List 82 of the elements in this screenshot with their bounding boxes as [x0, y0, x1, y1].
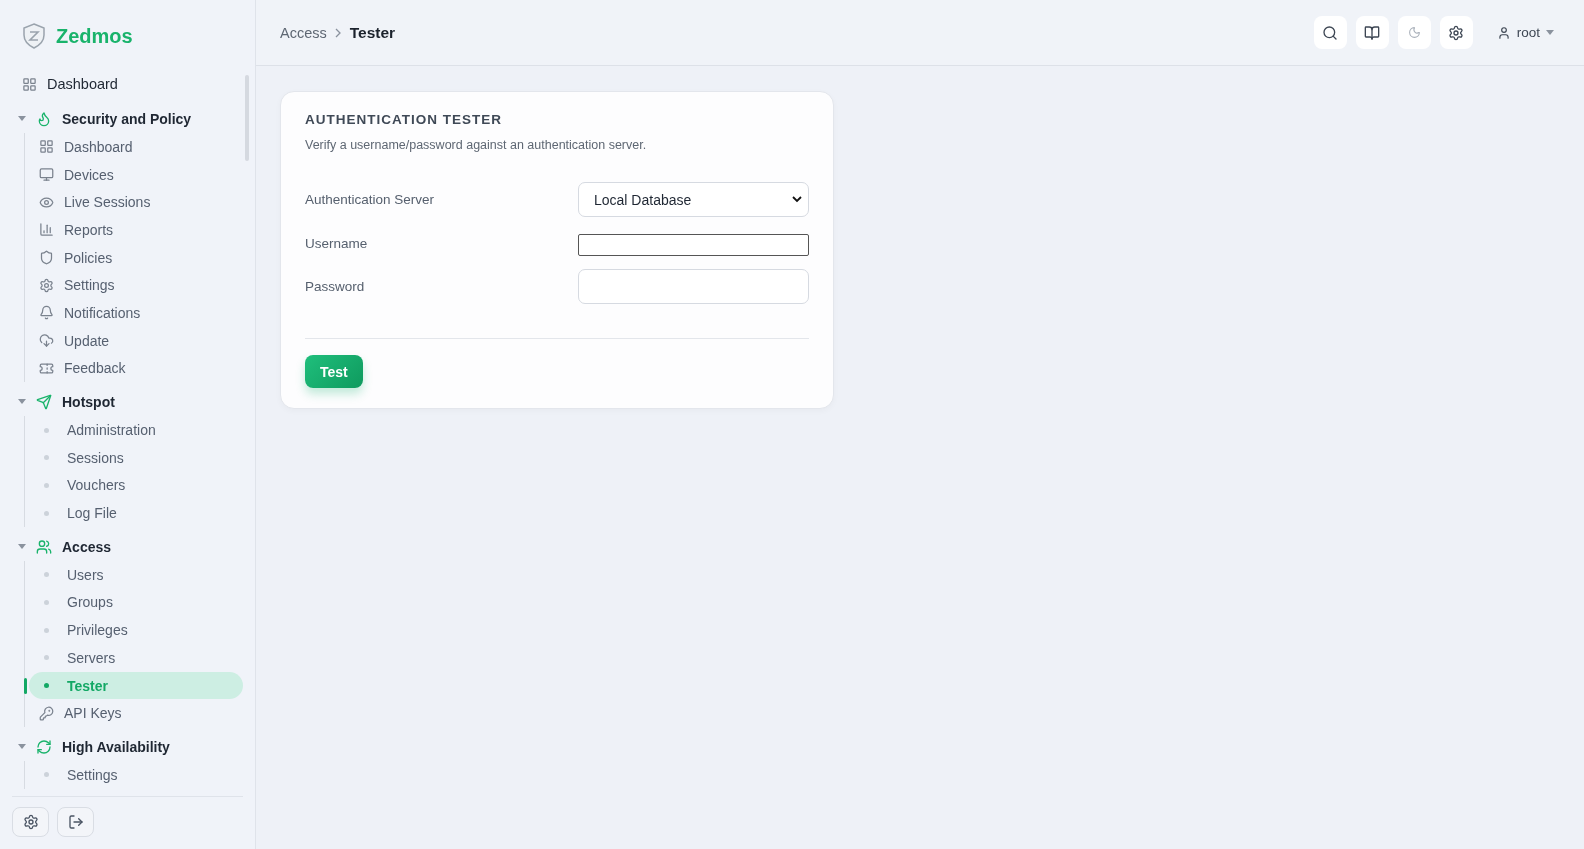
field-label: Username [305, 235, 369, 251]
bullet-icon [44, 427, 49, 433]
bullet-icon [44, 572, 49, 578]
book-button[interactable] [1355, 16, 1389, 49]
sidebar-section[interactable]: Access [12, 530, 243, 561]
field-label: Password [305, 279, 366, 294]
flame-icon [36, 111, 52, 127]
field-label: Authentication Server [305, 192, 436, 207]
bell-icon [39, 305, 54, 321]
bar-chart-icon [39, 222, 54, 238]
chevron-right-icon [334, 27, 342, 38]
bullet-icon [44, 683, 49, 689]
caret-icon [18, 744, 26, 751]
users-icon [36, 538, 52, 555]
book-icon [1364, 24, 1381, 41]
grid-icon [39, 139, 54, 155]
bullet-icon [44, 455, 49, 461]
settings-button[interactable] [1439, 16, 1473, 49]
gear-icon [22, 814, 39, 830]
caret-icon [18, 543, 26, 550]
key-icon [39, 705, 54, 721]
breadcrumb-link[interactable]: Access [280, 24, 327, 41]
sidebar-link[interactable]: Dashboard [12, 69, 243, 99]
gear-icon [1448, 24, 1465, 41]
search-icon [1322, 24, 1339, 41]
card-subtitle: Verify a username/password against an authentication server. [305, 138, 648, 152]
cloud-download-icon [39, 333, 54, 349]
bullet-icon [44, 510, 49, 516]
sidebar-item[interactable]: Reports [29, 216, 243, 244]
bullet-icon [44, 655, 49, 661]
caret-icon [1546, 29, 1554, 36]
user-menu[interactable]: root [1490, 24, 1560, 41]
server-select[interactable]: Local Database [578, 182, 809, 217]
sidebar-item[interactable]: Update [29, 326, 243, 355]
sidebar-item[interactable]: Vouchers [29, 471, 243, 500]
user-icon [1496, 25, 1511, 40]
sidebar-item[interactable]: Users [29, 560, 243, 589]
gear-icon [39, 277, 54, 293]
sidebar-item[interactable]: API Keys [29, 699, 243, 728]
breadcrumb-current: Tester [349, 23, 396, 42]
sidebar-item[interactable]: Devices [29, 160, 243, 189]
sidebar-item[interactable]: Sessions [29, 443, 243, 472]
chevron-down-icon [792, 196, 802, 203]
brand-name: Zedmos [56, 24, 133, 48]
sidebar-section[interactable]: High Availability [12, 731, 243, 762]
username-field[interactable] [578, 234, 809, 256]
search-button[interactable] [1313, 16, 1347, 49]
sidebar-item[interactable]: Servers [29, 644, 243, 672]
shield-icon [39, 250, 54, 266]
ticket-icon [39, 360, 54, 376]
bullet-icon [44, 599, 49, 605]
sidebar-item[interactable]: Feedback [29, 354, 243, 383]
sidebar-item[interactable]: Policies [29, 243, 243, 272]
sidebar-item[interactable]: Dashboard [29, 133, 243, 161]
eye-icon [39, 194, 54, 210]
send-icon [36, 394, 52, 411]
card-title: AUTHENTICATION TESTER [305, 112, 503, 127]
sidebar-item[interactable]: Groups [29, 588, 243, 617]
sidebar-item[interactable]: Settings [29, 761, 243, 789]
logout-button[interactable] [57, 807, 94, 837]
refresh-icon [36, 739, 52, 756]
sidebar-item[interactable]: Live Sessions [29, 188, 243, 217]
active-indicator [24, 677, 27, 694]
shield-logo-icon [22, 23, 46, 49]
bullet-icon [44, 482, 49, 488]
sidebar-item[interactable]: Privileges [29, 616, 243, 644]
sidebar-item[interactable]: Administration [29, 416, 243, 444]
settings-button[interactable] [12, 807, 49, 837]
password-field[interactable] [578, 269, 809, 304]
sidebar-item[interactable]: Settings [29, 271, 243, 300]
sidebar-item[interactable]: Log File [29, 499, 243, 527]
sidebar-section[interactable]: Security and Policy [12, 103, 243, 133]
grid-icon [22, 76, 37, 92]
sidebar-section[interactable]: Hotspot [12, 386, 243, 417]
moon-icon [1407, 26, 1421, 39]
monitor-icon [39, 167, 54, 183]
caret-icon [18, 399, 26, 406]
bullet-icon [44, 772, 49, 778]
bullet-icon [44, 627, 49, 633]
sidebar-item[interactable]: Notifications [29, 299, 243, 327]
caret-icon [18, 116, 26, 122]
logout-icon [67, 814, 84, 830]
